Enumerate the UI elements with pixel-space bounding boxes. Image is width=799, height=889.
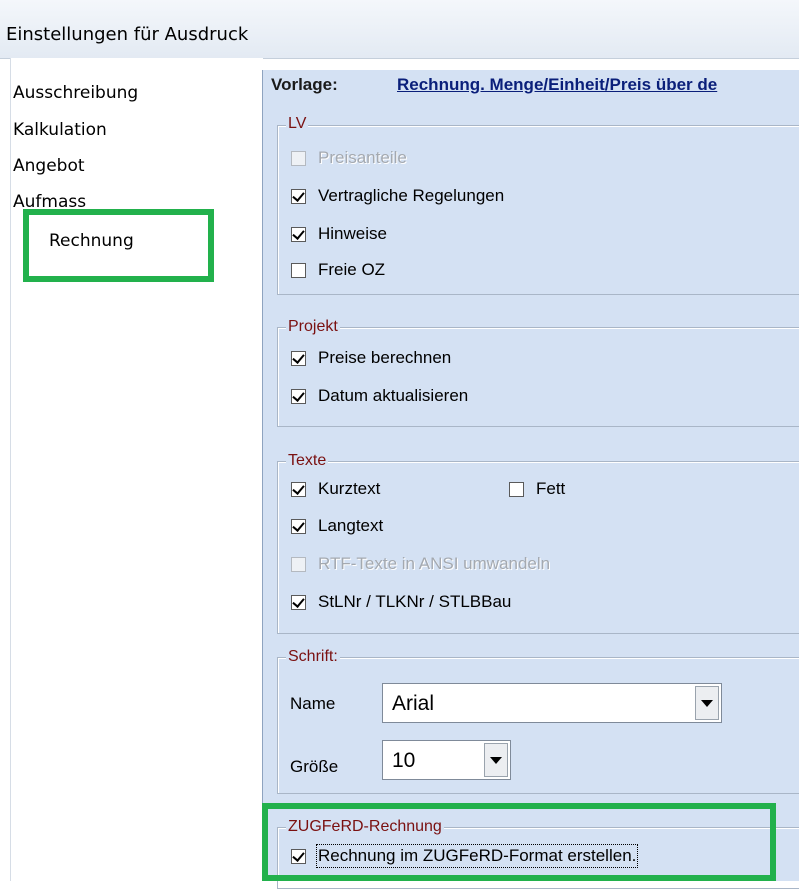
checkbox[interactable] <box>509 481 524 497</box>
font-size-select[interactable]: 10 <box>382 740 511 780</box>
checkbox[interactable] <box>291 388 306 404</box>
option-preisanteile[interactable]: Preisanteile <box>291 148 407 168</box>
checkbox[interactable] <box>291 150 306 166</box>
dropdown-arrow-icon[interactable] <box>695 686 719 720</box>
sidebar-item-angebot[interactable]: Angebot <box>13 156 85 176</box>
checkbox[interactable] <box>291 518 306 534</box>
option-hinweise[interactable]: Hinweise <box>291 224 387 244</box>
sidebar: Ausschreibung Kalkulation Angebot Aufmas… <box>10 58 263 881</box>
checkbox[interactable] <box>291 226 306 242</box>
group-projekt-title: Projekt <box>286 318 340 336</box>
group-schrift-title: Schrift: <box>286 648 340 666</box>
font-name-label: Name <box>290 694 336 713</box>
option-label: Preisanteile <box>318 148 407 167</box>
checkbox[interactable] <box>291 556 306 572</box>
option-label: Preise berechnen <box>318 348 452 367</box>
group-schrift <box>277 657 799 794</box>
font-size-value: 10 <box>392 749 416 772</box>
option-langtext[interactable]: Langtext <box>291 516 383 536</box>
option-label: RTF-Texte in ANSI umwandeln <box>318 554 551 573</box>
font-name-value: Arial <box>392 692 435 715</box>
option-preise-berechnen[interactable]: Preise berechnen <box>291 348 451 368</box>
option-label: Datum aktualisieren <box>318 386 469 405</box>
dropdown-arrow-icon[interactable] <box>484 743 508 777</box>
window-title: Einstellungen für Ausdruck <box>6 24 249 45</box>
highlight-zugferd <box>262 803 776 881</box>
checkbox[interactable] <box>291 481 306 497</box>
checkbox[interactable] <box>291 262 306 278</box>
option-label: Langtext <box>318 516 384 535</box>
option-label: Fett <box>536 479 566 498</box>
option-vertragliche-regelungen[interactable]: Vertragliche Regelungen <box>291 186 504 206</box>
checkbox[interactable] <box>291 594 306 610</box>
vorlage-link[interactable]: Rechnung. Menge/Einheit/Preis über de <box>397 75 717 95</box>
option-datum-aktualisieren[interactable]: Datum aktualisieren <box>291 386 468 406</box>
option-kurztext[interactable]: Kurztext <box>291 479 380 499</box>
highlight-rechnung <box>23 209 214 282</box>
option-rtf-ansi[interactable]: RTF-Texte in ANSI umwandeln <box>291 554 550 574</box>
option-freie-oz[interactable]: Freie OZ <box>291 260 385 280</box>
group-texte-title: Texte <box>286 452 329 470</box>
font-size-label: Größe <box>290 757 339 776</box>
option-label: Hinweise <box>318 224 387 243</box>
option-label: Kurztext <box>318 479 381 498</box>
title-bar: Einstellungen für Ausdruck <box>0 0 799 59</box>
checkbox[interactable] <box>291 350 306 366</box>
option-label: Freie OZ <box>318 260 386 279</box>
group-lv-title: LV <box>286 115 309 133</box>
checkbox[interactable] <box>291 188 306 204</box>
option-label: StLNr / TLKNr / STLBBau <box>318 592 512 611</box>
group-projekt <box>277 327 799 427</box>
option-label: Vertragliche Regelungen <box>318 186 505 205</box>
sidebar-item-ausschreibung[interactable]: Ausschreibung <box>13 83 138 103</box>
vorlage-label: Vorlage: <box>271 75 338 94</box>
option-stlnr[interactable]: StLNr / TLKNr / STLBBau <box>291 592 511 612</box>
font-name-select[interactable]: Arial <box>382 683 722 723</box>
option-fett[interactable]: Fett <box>509 479 565 499</box>
sidebar-item-kalkulation[interactable]: Kalkulation <box>13 120 107 140</box>
